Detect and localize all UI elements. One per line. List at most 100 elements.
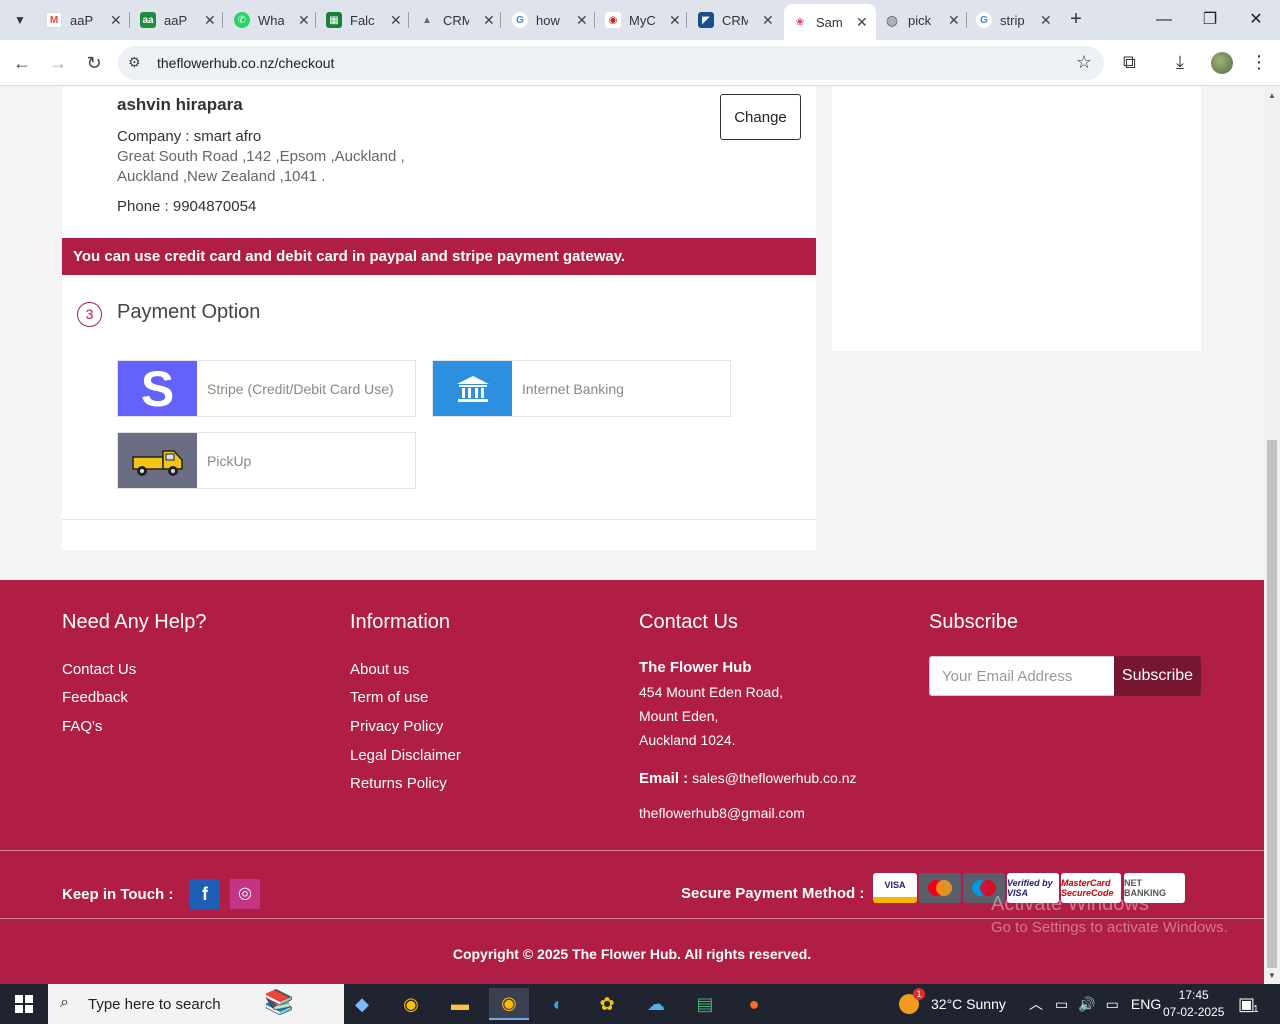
secure-payment-label: Secure Payment Method : bbox=[681, 885, 865, 902]
payment-option-internet-banking[interactable]: Internet Banking bbox=[432, 360, 731, 417]
chevron-down-icon: ▼ bbox=[14, 13, 26, 27]
close-icon[interactable]: ✕ bbox=[948, 12, 960, 29]
close-icon[interactable]: ✕ bbox=[576, 12, 588, 29]
network-icon[interactable]: ▭ bbox=[1106, 996, 1119, 1013]
taskbar-app-postman[interactable]: ● bbox=[734, 988, 774, 1020]
taskbar-app-norton[interactable]: ✿ bbox=[587, 988, 627, 1020]
globe-icon: ◍ bbox=[884, 11, 900, 28]
browser-tab[interactable]: aa aaP ✕ bbox=[132, 4, 224, 36]
facebook-icon[interactable]: f bbox=[190, 879, 220, 909]
browser-tab[interactable]: ▲ CRM ✕ bbox=[411, 4, 503, 36]
close-icon[interactable]: ✕ bbox=[669, 12, 681, 29]
subscribe-button[interactable]: Subscribe bbox=[1114, 656, 1201, 696]
tab-search-button[interactable]: ▼ bbox=[6, 8, 34, 32]
close-icon[interactable]: ✕ bbox=[204, 12, 216, 29]
volume-icon[interactable]: 🔊 bbox=[1078, 996, 1095, 1013]
instagram-icon[interactable]: ◎ bbox=[230, 879, 260, 909]
step-number-badge: 3 bbox=[77, 302, 102, 327]
taskbar-app-file-explorer[interactable]: ▬ bbox=[440, 988, 480, 1020]
windows-taskbar: ⌕ Type here to search 📚 ◆ ◉ ▬ ◉ ◐ ✿ ☁ ▤ … bbox=[0, 984, 1280, 1024]
browser-tab[interactable]: ◍ pick ✕ bbox=[876, 4, 968, 36]
divider bbox=[0, 850, 1264, 851]
browser-tab[interactable]: G strip ✕ bbox=[968, 4, 1060, 36]
taskbar-app-virtualbox[interactable]: ◆ bbox=[342, 988, 382, 1020]
browser-tab[interactable]: ▦ Falc ✕ bbox=[318, 4, 410, 36]
subscribe-email-input[interactable] bbox=[929, 656, 1115, 696]
browser-tab-active[interactable]: ❀ Sam ✕ bbox=[784, 4, 876, 40]
contact-address-1: 454 Mount Eden Road, bbox=[639, 684, 783, 700]
contact-email-link[interactable]: sales@theflowerhub.co.nz bbox=[692, 770, 856, 786]
footer-link-contact-us[interactable]: Contact Us bbox=[62, 661, 136, 678]
bookmark-star-icon[interactable]: ☆ bbox=[1076, 52, 1092, 73]
weather-widget[interactable]: 1 32°C Sunny bbox=[899, 984, 1006, 1024]
taskbar-app-cloud[interactable]: ☁ bbox=[636, 988, 676, 1020]
close-icon[interactable]: ✕ bbox=[1040, 12, 1052, 29]
taskbar-app-chrome[interactable]: ◉ bbox=[489, 988, 529, 1020]
extensions-icon[interactable]: ⧉ bbox=[1123, 52, 1136, 73]
change-address-button[interactable]: Change bbox=[720, 94, 801, 140]
chevron-up-icon[interactable]: ︿ bbox=[1029, 994, 1043, 1014]
clock[interactable]: 17:45 07-02-2025 bbox=[1163, 984, 1224, 1024]
footer-link-returns-policy[interactable]: Returns Policy bbox=[350, 775, 447, 792]
taskbar-app-chrome-profile[interactable]: ◉ bbox=[391, 988, 431, 1020]
sheets-icon: ▦ bbox=[326, 12, 342, 28]
meet-now-icon[interactable]: ▭ bbox=[1055, 996, 1068, 1013]
tab-title: how bbox=[536, 12, 560, 28]
payment-option-stripe[interactable]: S Stripe (Credit/Debit Card Use) bbox=[117, 360, 416, 417]
browser-tab[interactable]: ◤ CRM ✕ bbox=[690, 4, 782, 36]
site-settings-icon[interactable]: ⚙ bbox=[128, 54, 141, 71]
restore-button[interactable]: ❐ bbox=[1187, 6, 1233, 34]
cube-icon: ◆ bbox=[355, 993, 369, 1014]
chrome-icon: ◉ bbox=[403, 993, 419, 1014]
notification-center[interactable]: ▣ 1 bbox=[1238, 984, 1259, 1024]
language-indicator[interactable]: ENG bbox=[1131, 996, 1161, 1012]
browser-tab[interactable]: ◉ MyC ✕ bbox=[597, 4, 689, 36]
browser-toolbar: ← → ↻ ⚙ theflowerhub.co.nz/checkout ☆ ⧉ … bbox=[0, 40, 1280, 86]
close-icon[interactable]: ✕ bbox=[390, 12, 402, 29]
mastercard-logo bbox=[919, 873, 961, 903]
browser-tab[interactable]: G how ✕ bbox=[504, 4, 596, 36]
scroll-up-icon[interactable]: ▲ bbox=[1268, 91, 1276, 100]
aa-icon: aa bbox=[140, 12, 156, 28]
payment-option-pickup[interactable]: PickUp bbox=[117, 432, 416, 489]
taskbar-app-chart[interactable]: ▤ bbox=[685, 988, 725, 1020]
profile-avatar[interactable] bbox=[1211, 52, 1233, 74]
close-icon[interactable]: ✕ bbox=[856, 14, 868, 31]
footer-link-about-us[interactable]: About us bbox=[350, 661, 409, 678]
forward-button[interactable]: → bbox=[45, 50, 71, 76]
start-button[interactable] bbox=[0, 984, 48, 1024]
url-text[interactable]: theflowerhub.co.nz/checkout bbox=[157, 55, 334, 71]
browser-tab[interactable]: M aaP ✕ bbox=[38, 4, 130, 36]
close-icon: ✕ bbox=[1249, 11, 1263, 28]
close-icon[interactable]: ✕ bbox=[762, 12, 774, 29]
close-icon[interactable]: ✕ bbox=[110, 12, 122, 29]
footer-link-legal-disclaimer[interactable]: Legal Disclaimer bbox=[350, 747, 461, 764]
download-icon[interactable]: ⤓ bbox=[1176, 52, 1184, 73]
back-button[interactable]: ← bbox=[9, 50, 35, 76]
page-scrollbar[interactable]: ▲ ▼ bbox=[1264, 87, 1280, 984]
footer-link-term-of-use[interactable]: Term of use bbox=[350, 689, 428, 706]
close-icon[interactable]: ✕ bbox=[298, 12, 310, 29]
footer-link-feedback[interactable]: Feedback bbox=[62, 689, 128, 706]
contact-email-link-2[interactable]: theflowerhub8@gmail.com bbox=[639, 805, 805, 821]
minimize-button[interactable]: — bbox=[1141, 6, 1187, 34]
new-tab-button[interactable]: + bbox=[1064, 8, 1088, 32]
address-bar[interactable]: ⚙ theflowerhub.co.nz/checkout ☆ bbox=[118, 46, 1104, 80]
menu-kebab-icon[interactable]: ⋮ bbox=[1250, 52, 1268, 73]
footer-link-privacy-policy[interactable]: Privacy Policy bbox=[350, 718, 443, 735]
close-icon[interactable]: ✕ bbox=[483, 12, 495, 29]
payment-notice-banner: You can use credit card and debit card i… bbox=[62, 238, 816, 275]
scrollbar-thumb[interactable] bbox=[1267, 440, 1277, 968]
close-window-button[interactable]: ✕ bbox=[1233, 6, 1279, 34]
minimize-icon: — bbox=[1156, 11, 1172, 28]
help-heading: Need Any Help? bbox=[62, 611, 207, 633]
taskbar-search[interactable]: ⌕ Type here to search 📚 bbox=[48, 984, 344, 1024]
footer-link-faq[interactable]: FAQ's bbox=[62, 718, 102, 735]
reload-button[interactable]: ↻ bbox=[81, 50, 107, 76]
shipping-address: Great South Road ,142 ,Epsom ,Auckland ,… bbox=[117, 147, 417, 187]
scroll-down-icon[interactable]: ▼ bbox=[1268, 971, 1276, 980]
postman-icon: ● bbox=[748, 993, 760, 1014]
google-icon: G bbox=[976, 12, 992, 28]
taskbar-app-edge[interactable]: ◐ bbox=[538, 988, 578, 1020]
browser-tab[interactable]: ✆ Wha ✕ bbox=[226, 4, 318, 36]
